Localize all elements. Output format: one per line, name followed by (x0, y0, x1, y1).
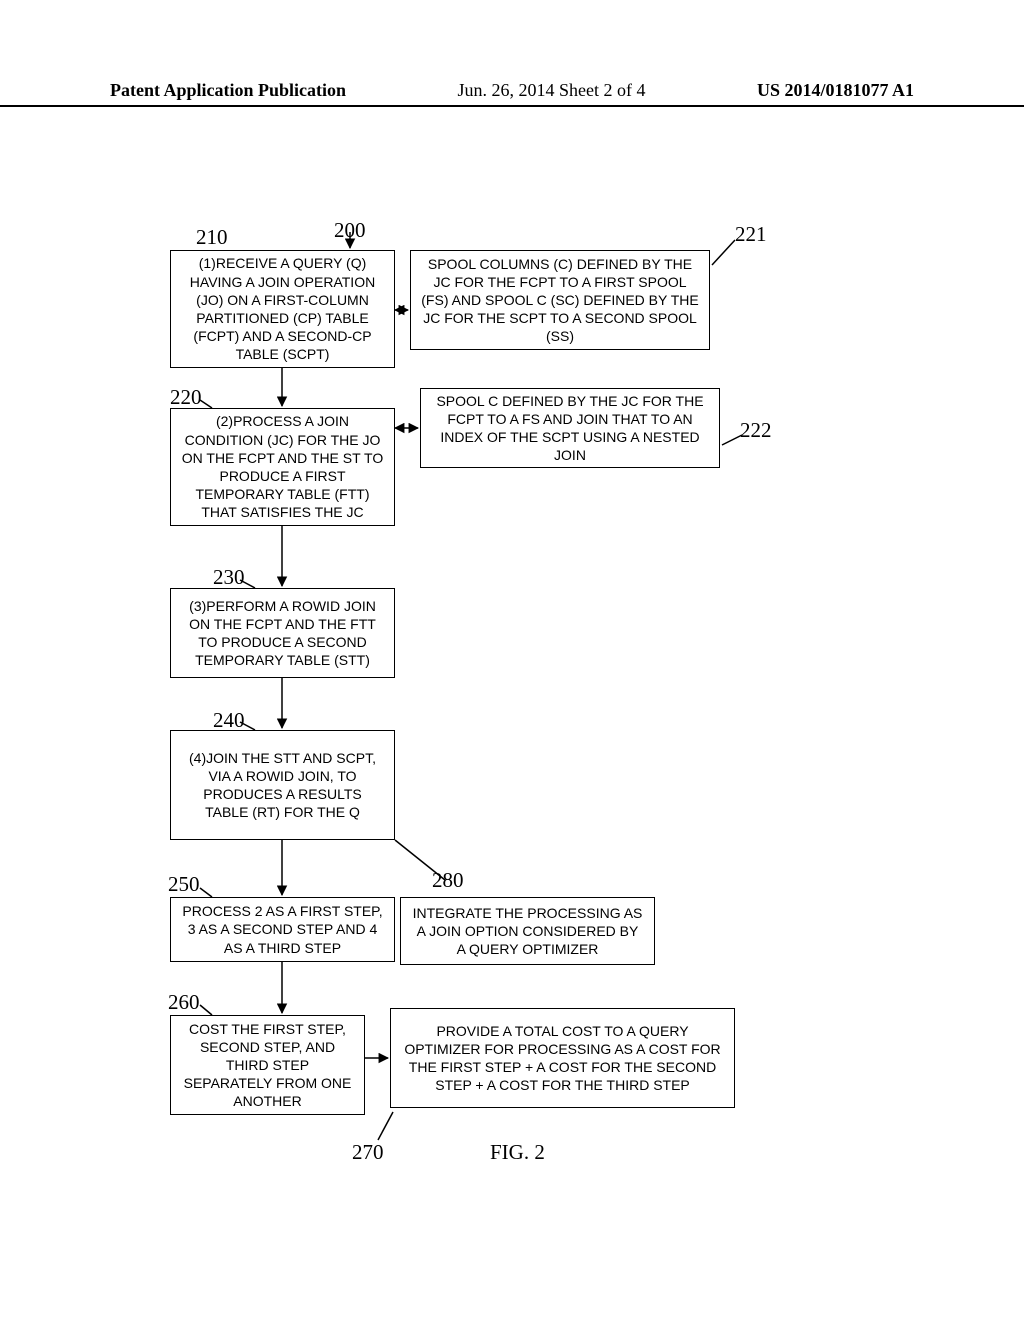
ref-280: 280 (432, 868, 464, 893)
header-row: Patent Application Publication Jun. 26, … (0, 80, 1024, 101)
box-221: SPOOL COLUMNS (C) DEFINED BY THE JC FOR … (410, 250, 710, 350)
box-210: (1)RECEIVE A QUERY (Q) HAVING A JOIN OPE… (170, 250, 395, 368)
box-220: (2)PROCESS A JOIN CONDITION (JC) FOR THE… (170, 408, 395, 526)
ref-230: 230 (213, 565, 245, 590)
box-250: PROCESS 2 AS A FIRST STEP, 3 AS A SECOND… (170, 897, 395, 962)
ref-270: 270 (352, 1140, 384, 1165)
page: { "header": { "left": "Patent Applicatio… (0, 0, 1024, 1320)
ref-221: 221 (735, 222, 767, 247)
box-230: (3)PERFORM A ROWID JOIN ON THE FCPT AND … (170, 588, 395, 678)
box-240: (4)JOIN THE STT AND SCPT, VIA A ROWID JO… (170, 730, 395, 840)
box-260: COST THE FIRST STEP, SECOND STEP, AND TH… (170, 1015, 365, 1115)
ref-200: 200 (334, 218, 366, 243)
box-280: INTEGRATE THE PROCESSING AS A JOIN OPTIO… (400, 897, 655, 965)
header-center: Jun. 26, 2014 Sheet 2 of 4 (458, 80, 646, 101)
ref-222: 222 (740, 418, 772, 443)
header-right: US 2014/0181077 A1 (757, 80, 914, 101)
ref-220: 220 (170, 385, 202, 410)
page-header: Patent Application Publication Jun. 26, … (0, 80, 1024, 107)
ref-210: 210 (196, 225, 228, 250)
ref-250: 250 (168, 872, 200, 897)
ref-260: 260 (168, 990, 200, 1015)
figure-label: FIG. 2 (490, 1140, 545, 1165)
header-left: Patent Application Publication (110, 80, 346, 101)
flowchart: 200 210 220 221 222 230 240 250 260 270 … (0, 200, 1024, 1200)
box-270: PROVIDE A TOTAL COST TO A QUERY OPTIMIZE… (390, 1008, 735, 1108)
box-222: SPOOL C DEFINED BY THE JC FOR THE FCPT T… (420, 388, 720, 468)
